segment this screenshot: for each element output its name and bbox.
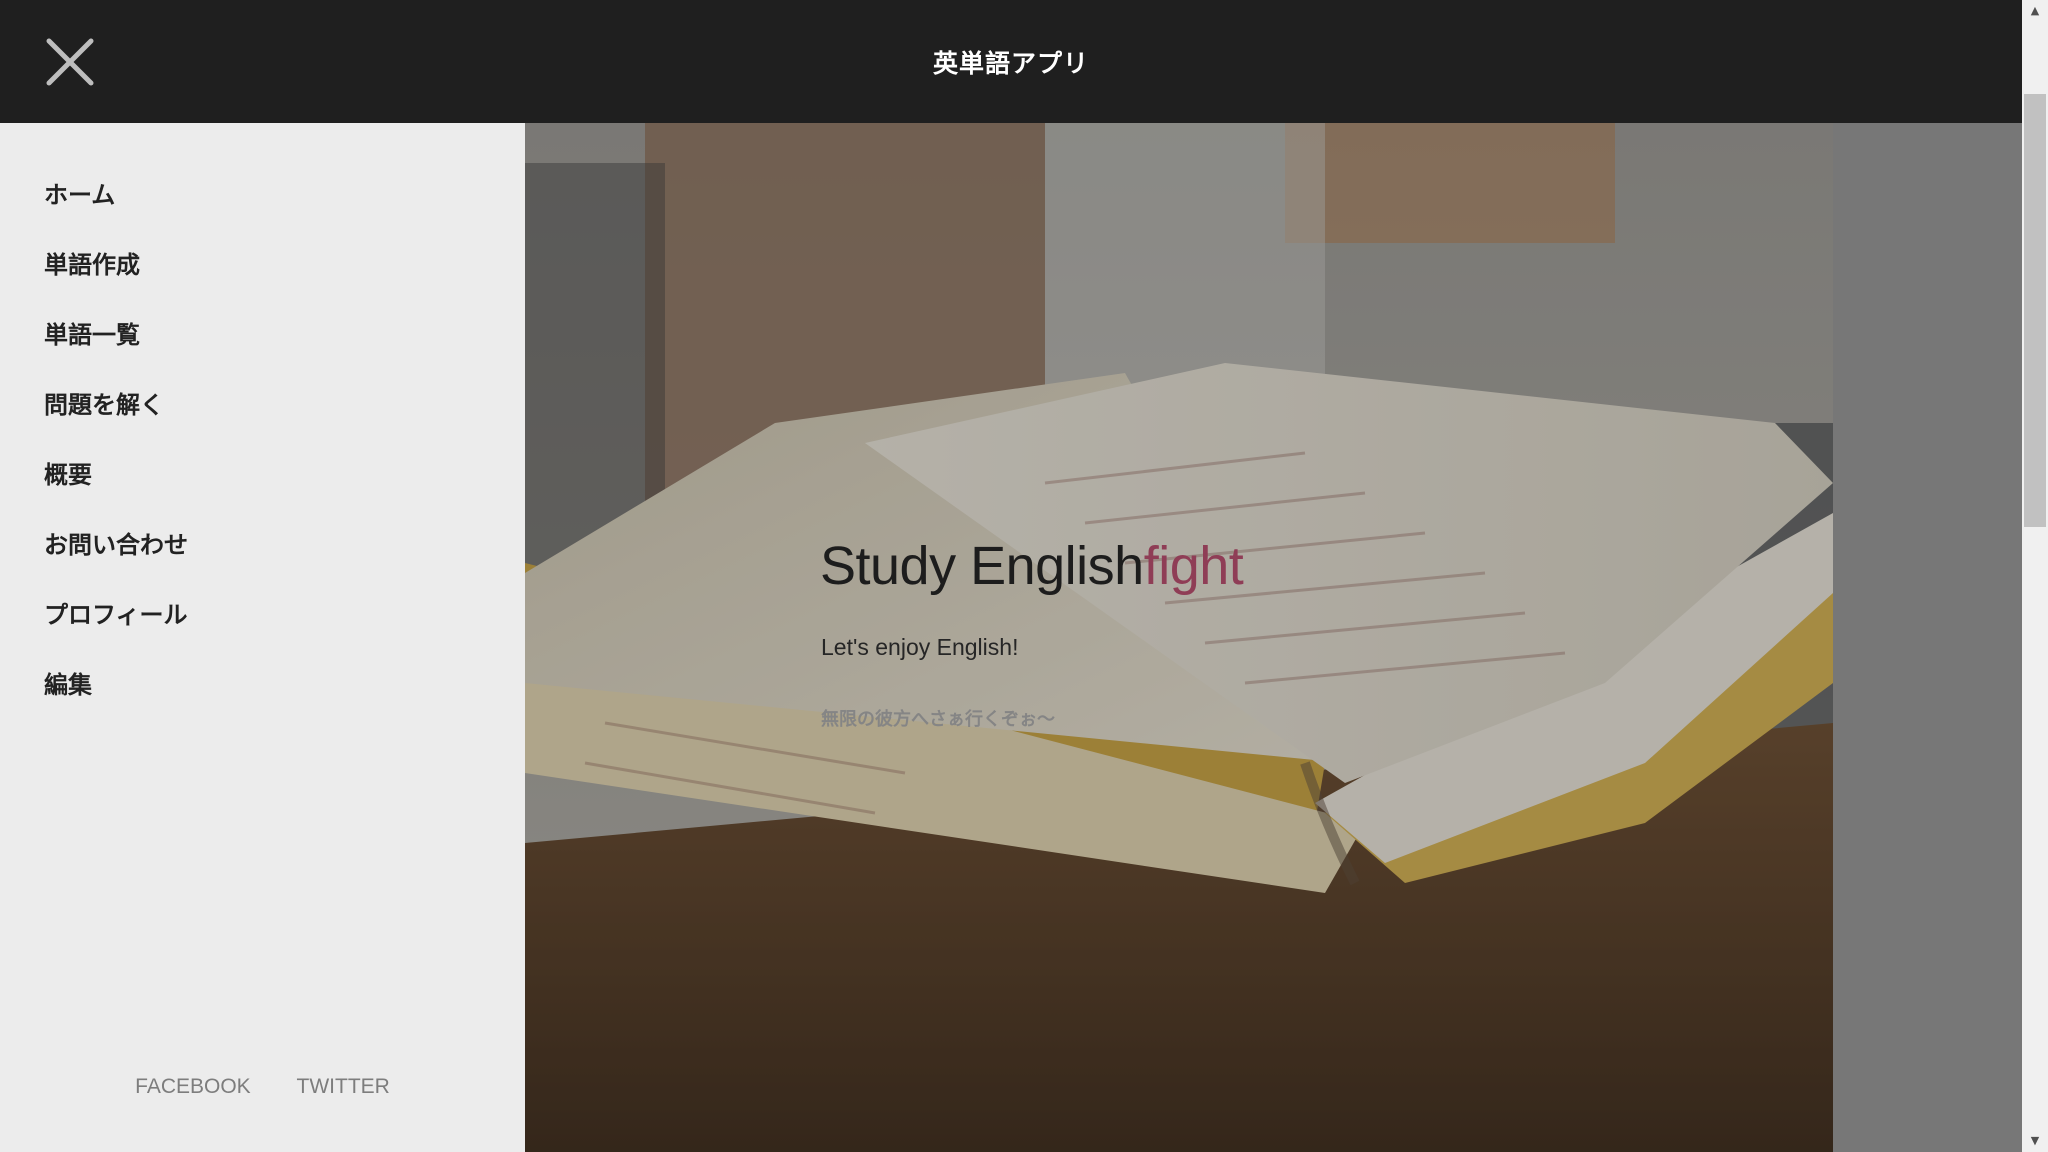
nav-item-home[interactable]: ホーム [44, 175, 188, 245]
facebook-link[interactable]: FACEBOOK [135, 1075, 251, 1098]
hero-title-main: Study English [820, 536, 1144, 596]
nav-item-create-word[interactable]: 単語作成 [44, 245, 188, 315]
nav-item-overview[interactable]: 概要 [44, 455, 188, 525]
hero-title-accent: fight [1143, 536, 1244, 596]
nav-item-contact[interactable]: お問い合わせ [44, 525, 188, 595]
vertical-scrollbar[interactable]: ▲ ▼ [2022, 0, 2048, 1152]
scroll-up-arrow-icon[interactable]: ▲ [2022, 0, 2048, 22]
twitter-link[interactable]: TWITTER [297, 1075, 390, 1098]
hero-note: 無限の彼方へさぁ行くぞぉ～ [821, 709, 1055, 730]
nav-item-profile[interactable]: プロフィール [44, 595, 188, 665]
scroll-down-arrow-icon[interactable]: ▼ [2022, 1130, 2048, 1152]
hero-subtitle: Let's enjoy English! [821, 634, 1019, 660]
nav-item-edit[interactable]: 編集 [44, 665, 188, 735]
top-bar: 英単語アプリ [0, 0, 2022, 123]
nav-list: ホーム 単語作成 単語一覧 問題を解く 概要 お問い合わせ プロフィール 編集 [44, 175, 188, 735]
page-backdrop [1833, 123, 2022, 1152]
scrollbar-thumb[interactable] [2024, 94, 2046, 527]
side-drawer: ホーム 単語作成 単語一覧 問題を解く 概要 お問い合わせ プロフィール 編集 … [0, 123, 525, 1152]
nav-item-solve-questions[interactable]: 問題を解く [44, 385, 188, 455]
nav-item-word-list[interactable]: 単語一覧 [44, 315, 188, 385]
social-links: FACEBOOK TWITTER [0, 1075, 525, 1099]
app-title: 英単語アプリ [932, 49, 1089, 78]
hero-overlay [525, 123, 1833, 1152]
hero-title: Study Englishfight [820, 535, 1244, 597]
hero-section: Study Englishfight Let's enjoy English! … [525, 123, 1833, 1152]
